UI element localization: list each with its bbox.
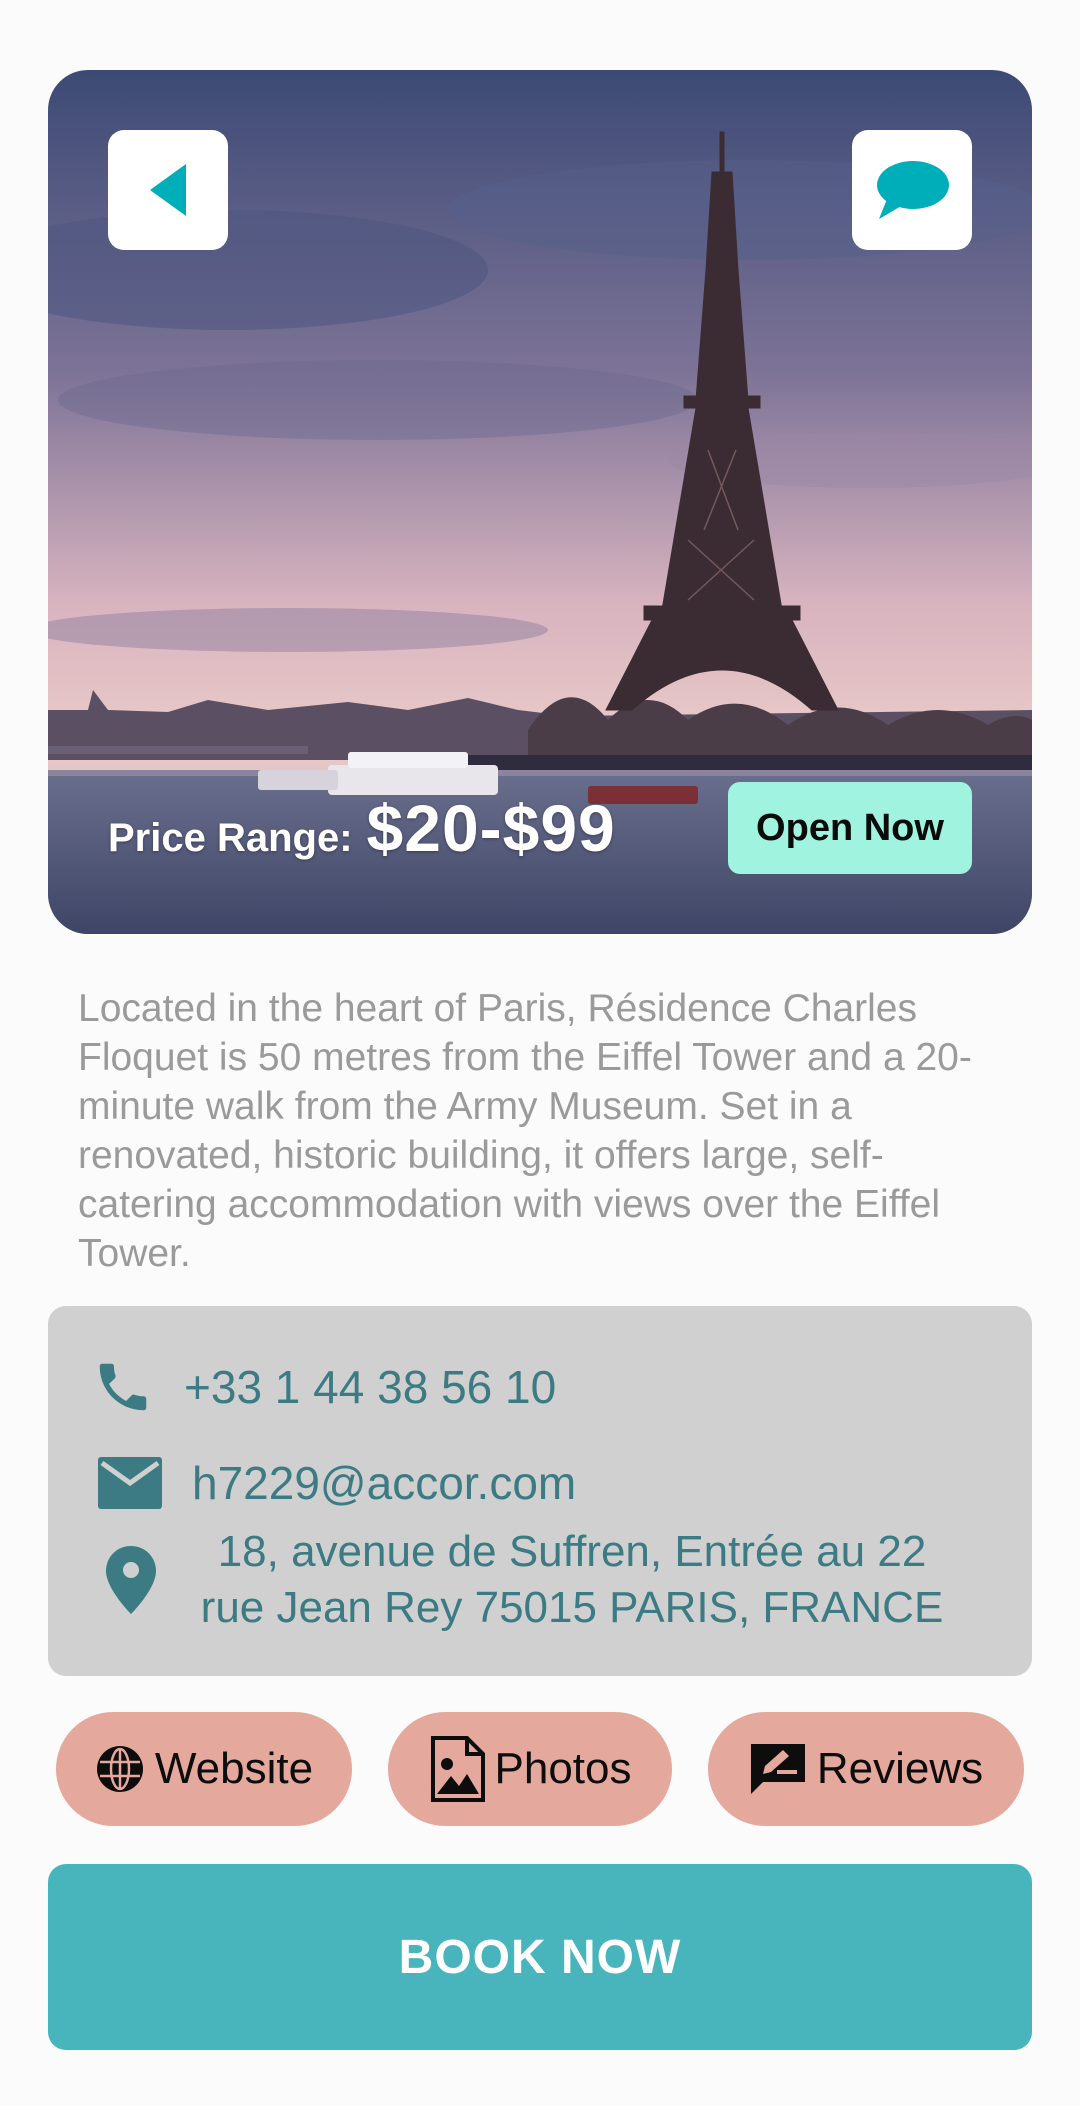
phone-row[interactable]: +33 1 44 38 56 10: [92, 1342, 556, 1432]
price-range-label: Price Range:: [108, 816, 353, 860]
status-badge: Open Now: [728, 782, 972, 874]
photo-file-icon: [429, 1736, 485, 1802]
address-text: 18, avenue de Suffren, Entrée au 22 rue …: [200, 1527, 944, 1632]
location-pin-icon: [106, 1546, 156, 1614]
reviews-button[interactable]: Reviews: [708, 1712, 1024, 1826]
mail-icon: [98, 1457, 162, 1509]
reviews-label: Reviews: [816, 1744, 984, 1793]
website-button[interactable]: Website: [56, 1712, 352, 1826]
photos-button[interactable]: Photos: [388, 1712, 672, 1826]
back-button[interactable]: [108, 130, 228, 250]
photos-label: Photos: [494, 1744, 632, 1793]
hero-image: Price Range: $20-$99 Open Now: [48, 70, 1032, 934]
website-label: Website: [154, 1744, 314, 1793]
review-edit-icon: [749, 1742, 807, 1796]
price-range: Price Range: $20-$99: [108, 790, 616, 866]
chat-button[interactable]: [852, 130, 972, 250]
back-arrow-icon: [150, 164, 186, 216]
book-now-button[interactable]: BOOK NOW: [48, 1864, 1032, 2050]
phone-icon: [92, 1356, 154, 1418]
price-range-value: $20-$99: [366, 791, 616, 865]
email-address: h7229@accor.com: [192, 1457, 577, 1509]
contact-card: +33 1 44 38 56 10 h7229@accor.com 18, av…: [48, 1306, 1032, 1676]
hotel-description: Located in the heart of Paris, Résidence…: [78, 987, 972, 1275]
email-row[interactable]: h7229@accor.com: [98, 1438, 576, 1528]
phone-number: +33 1 44 38 56 10: [184, 1361, 557, 1413]
globe-icon: [95, 1744, 145, 1794]
address-row[interactable]: 18, avenue de Suffren, Entrée au 22 rue …: [106, 1524, 952, 1636]
chat-bubble-icon: [877, 161, 949, 219]
